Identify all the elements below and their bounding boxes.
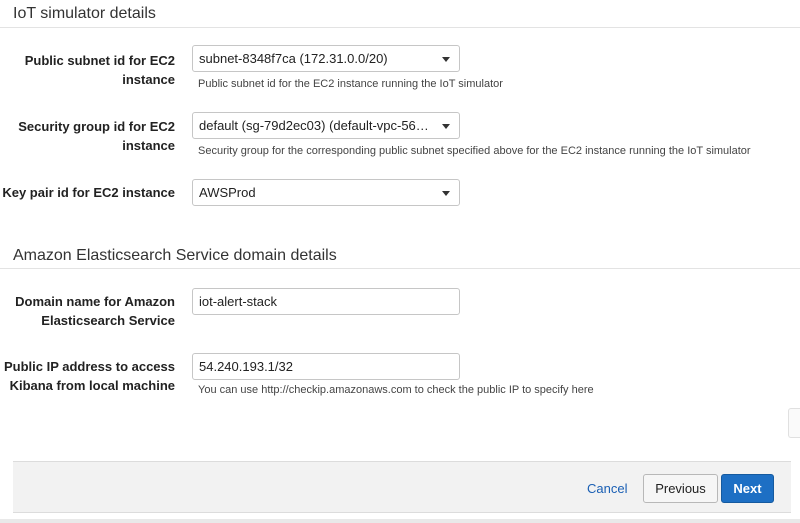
chevron-down-icon bbox=[442, 191, 450, 196]
public-ip-help-text: You can use http://checkip.amazonaws.com… bbox=[198, 384, 594, 396]
section-title-iot: IoT simulator details bbox=[13, 5, 156, 22]
security-group-select-value: default (sg-79d2ec03) (default-vpc-560… bbox=[199, 118, 435, 133]
side-scroll-handle[interactable] bbox=[788, 408, 800, 438]
domain-name-label: Domain name for Amazon Elasticsearch Ser… bbox=[15, 294, 175, 328]
subnet-select[interactable]: subnet-8348f7ca (172.31.0.0/20) bbox=[192, 45, 460, 72]
subnet-help-text: Public subnet id for the EC2 instance ru… bbox=[198, 78, 503, 90]
domain-name-input[interactable]: iot-alert-stack bbox=[192, 288, 460, 315]
page-bottom-strip bbox=[0, 519, 800, 523]
security-group-help-text: Security group for the corresponding pub… bbox=[198, 145, 751, 157]
key-pair-select-value: AWSProd bbox=[199, 185, 256, 200]
security-group-select[interactable]: default (sg-79d2ec03) (default-vpc-560… bbox=[192, 112, 460, 139]
section-title-elasticsearch: Amazon Elasticsearch Service domain deta… bbox=[13, 247, 337, 264]
chevron-down-icon bbox=[442, 57, 450, 62]
key-pair-select[interactable]: AWSProd bbox=[192, 179, 460, 206]
chevron-down-icon bbox=[442, 124, 450, 129]
section-divider bbox=[0, 268, 800, 269]
public-ip-label: Public IP address to access Kibana from … bbox=[3, 359, 175, 393]
key-pair-label: Key pair id for EC2 instance bbox=[2, 185, 175, 200]
subnet-label: Public subnet id for EC2 instance bbox=[24, 53, 175, 87]
next-button[interactable]: Next bbox=[721, 474, 774, 503]
security-group-label: Security group id for EC2 instance bbox=[18, 119, 175, 153]
cancel-link[interactable]: Cancel bbox=[587, 481, 627, 496]
section-divider bbox=[0, 27, 800, 28]
public-ip-input[interactable]: 54.240.193.1/32 bbox=[192, 353, 460, 380]
previous-button[interactable]: Previous bbox=[643, 474, 718, 503]
subnet-select-value: subnet-8348f7ca (172.31.0.0/20) bbox=[199, 51, 388, 66]
